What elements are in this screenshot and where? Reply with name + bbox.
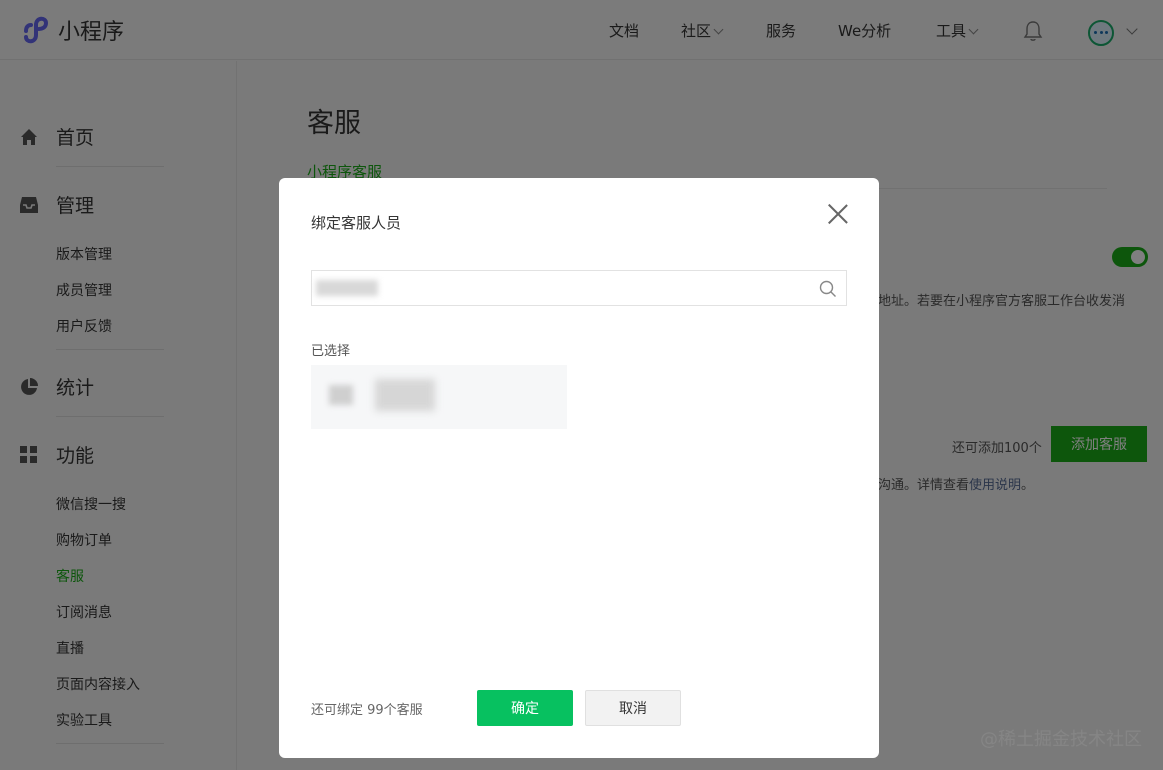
- close-icon[interactable]: [828, 204, 848, 224]
- selected-label: 已选择: [311, 344, 351, 359]
- bind-staff-dialog: 绑定客服人员 已选择 还可绑定 99个客服 确定 取消: [279, 178, 879, 758]
- remaining-quota-text: 还可绑定 99个客服: [311, 703, 423, 718]
- confirm-button[interactable]: 确定: [477, 690, 573, 726]
- watermark: @稀土掘金技术社区: [980, 729, 1142, 750]
- dialog-title: 绑定客服人员: [311, 214, 402, 232]
- search-icon[interactable]: [819, 280, 837, 298]
- search-input[interactable]: [312, 271, 812, 305]
- selected-staff-card[interactable]: [311, 365, 567, 429]
- search-field[interactable]: [311, 270, 847, 306]
- staff-name-blurred: [375, 379, 435, 411]
- cancel-button[interactable]: 取消: [585, 690, 681, 726]
- staff-avatar: [329, 385, 353, 405]
